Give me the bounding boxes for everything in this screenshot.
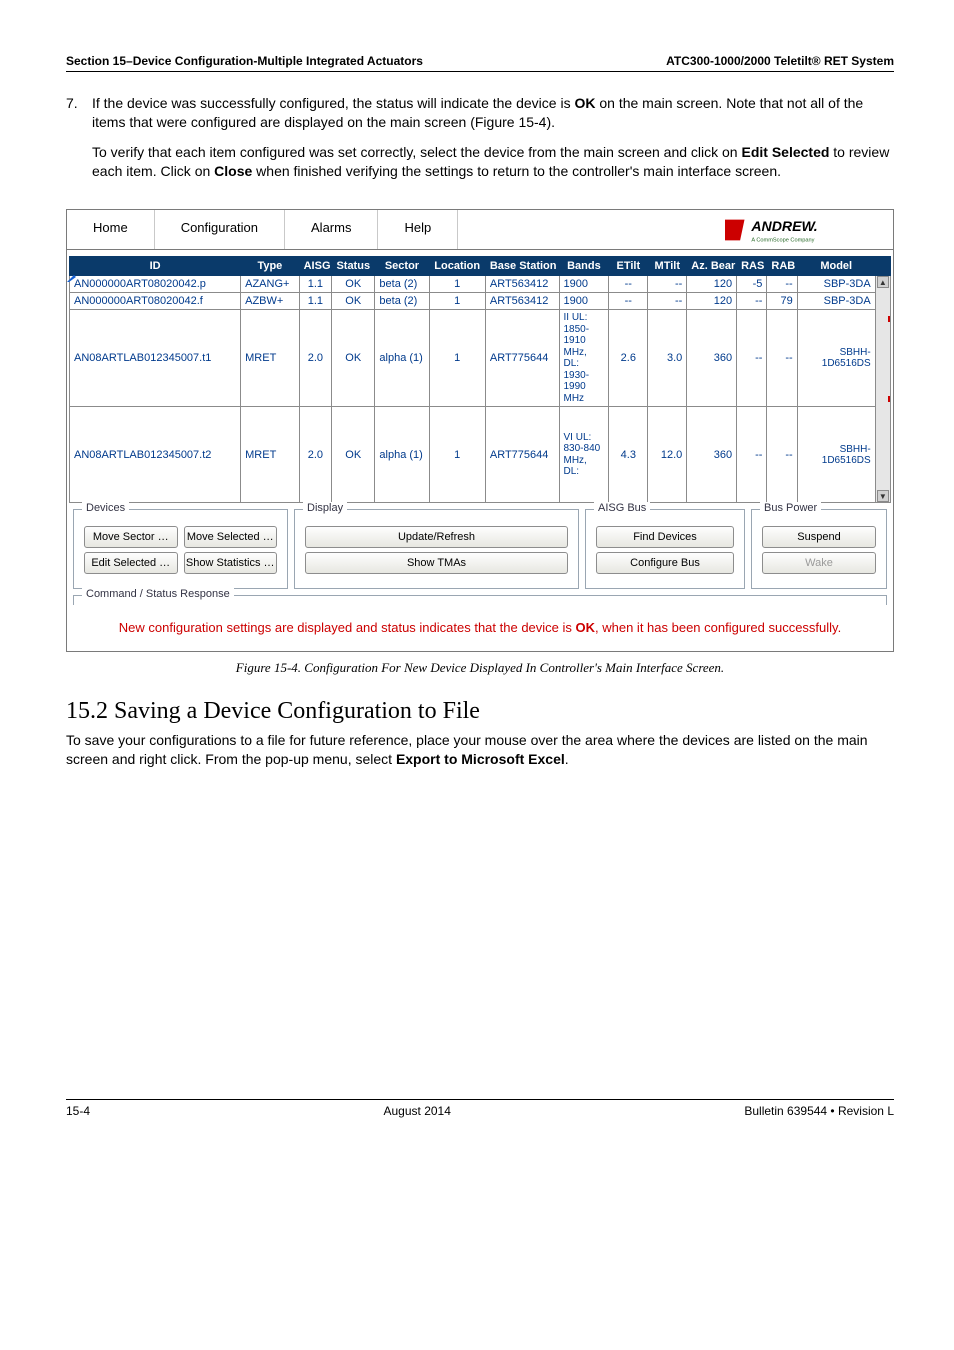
step-para-1: If the device was successfully configure… — [92, 94, 894, 133]
device-table[interactable]: ID Type AISG Status Sector Location Base… — [69, 256, 891, 503]
footer-center: August 2014 — [384, 1104, 451, 1118]
col-bands[interactable]: Bands — [559, 257, 609, 276]
footer-left: 15-4 — [66, 1104, 90, 1118]
col-status[interactable]: Status — [332, 257, 375, 276]
section-heading: 15.2 Saving a Device Configuration to Fi… — [66, 698, 894, 725]
scroll-marker-icon — [888, 396, 891, 402]
col-sector[interactable]: Sector — [375, 257, 429, 276]
step-para-2: To verify that each item configured was … — [92, 143, 894, 182]
page-footer: 15-4 August 2014 Bulletin 639544 • Revis… — [66, 1099, 894, 1118]
col-type[interactable]: Type — [241, 257, 299, 276]
svg-text:ANDREW.: ANDREW. — [750, 218, 817, 234]
col-id[interactable]: ID — [70, 257, 241, 276]
step-number: 7. — [66, 94, 92, 191]
table-row[interactable]: AN000000ART08020042.fAZBW+1.1OKbeta (2)1… — [70, 293, 891, 310]
col-base[interactable]: Base Station ID — [485, 257, 559, 276]
figure-caption: Figure 15-4. Configuration For New Devic… — [66, 660, 894, 676]
brand-logo: ANDREW. A CommScope Company — [717, 210, 893, 249]
show-tmas-button[interactable]: Show TMAs — [305, 552, 568, 574]
col-mtilt[interactable]: MTilt — [648, 257, 687, 276]
table-row[interactable]: AN08ARTLAB012345007.t2MRET2.0OKalpha (1)… — [70, 407, 891, 503]
bus-power-panel: Bus Power Suspend Wake — [751, 509, 887, 589]
command-status-legend: Command / Status Response — [82, 588, 234, 600]
page-header: Section 15–Device Configuration-Multiple… — [66, 54, 894, 72]
aisg-legend: AISG Bus — [594, 502, 650, 514]
suspend-button[interactable]: Suspend — [762, 526, 876, 548]
svg-text:A CommScope Company: A CommScope Company — [751, 237, 814, 243]
table-row[interactable]: AN08ARTLAB012345007.t1MRET2.0OKalpha (1)… — [70, 310, 891, 407]
scroll-marker-icon — [888, 316, 891, 322]
find-devices-button[interactable]: Find Devices — [596, 526, 734, 548]
header-right: ATC300-1000/2000 Teletilt® RET System — [666, 54, 894, 68]
wake-button[interactable]: Wake — [762, 552, 876, 574]
table-header-row: ID Type AISG Status Sector Location Base… — [70, 257, 891, 276]
devices-legend: Devices — [82, 502, 129, 514]
scrollbar-header — [875, 257, 890, 276]
menu-home[interactable]: Home — [67, 210, 155, 249]
display-legend: Display — [303, 502, 347, 514]
col-rab[interactable]: RAB — [767, 257, 797, 276]
app-window: Home Configuration Alarms Help ANDREW. A… — [66, 209, 894, 652]
display-panel: Display Update/Refresh Show TMAs — [294, 509, 579, 589]
col-model[interactable]: Model — [797, 257, 875, 276]
col-bearing[interactable]: Az. Bearing — [687, 257, 737, 276]
move-selected-button[interactable]: Move Selected … — [184, 526, 278, 548]
configure-bus-button[interactable]: Configure Bus — [596, 552, 734, 574]
status-message: New configuration settings are displayed… — [67, 611, 893, 651]
move-sector-button[interactable]: Move Sector … — [84, 526, 178, 548]
edit-indicator-icon — [67, 272, 77, 282]
scroll-down-icon[interactable]: ▼ — [877, 490, 889, 502]
bus-power-legend: Bus Power — [760, 502, 821, 514]
table-row[interactable]: AN000000ART08020042.pAZANG+1.1OKbeta (2)… — [70, 276, 891, 293]
footer-right: Bulletin 639544 • Revision L — [744, 1104, 894, 1118]
devices-panel: Devices Move Sector … Edit Selected … Mo… — [73, 509, 288, 589]
col-location[interactable]: Location — [429, 257, 485, 276]
menu-configuration[interactable]: Configuration — [155, 210, 285, 249]
command-status-panel: Command / Status Response — [73, 595, 887, 605]
section-body: To save your configurations to a file fo… — [66, 731, 894, 770]
aisg-bus-panel: AISG Bus Find Devices Configure Bus — [585, 509, 745, 589]
menu-help[interactable]: Help — [378, 210, 458, 249]
col-etilt[interactable]: ETilt — [609, 257, 648, 276]
col-ras[interactable]: RAS — [737, 257, 767, 276]
show-statistics-button[interactable]: Show Statistics … — [184, 552, 278, 574]
header-left: Section 15–Device Configuration-Multiple… — [66, 54, 423, 68]
menu-alarms[interactable]: Alarms — [285, 210, 378, 249]
app-menubar: Home Configuration Alarms Help ANDREW. A… — [67, 210, 893, 250]
table-scrollbar[interactable]: ▲ ▼ — [875, 276, 890, 503]
edit-selected-button[interactable]: Edit Selected … — [84, 552, 178, 574]
update-refresh-button[interactable]: Update/Refresh — [305, 526, 568, 548]
scroll-up-icon[interactable]: ▲ — [877, 276, 889, 288]
col-aisg[interactable]: AISG — [299, 257, 331, 276]
